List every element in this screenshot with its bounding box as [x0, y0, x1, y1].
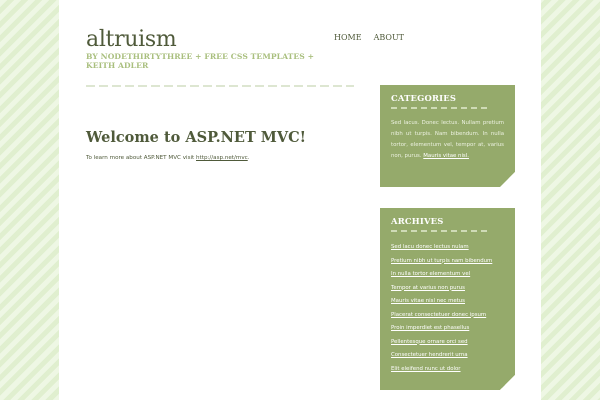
categories-link[interactable]: Mauris vitae nisl. — [423, 153, 469, 159]
archive-link[interactable]: Consectetuer hendrerit urna — [391, 352, 468, 358]
asp-net-mvc-link[interactable]: http://asp.net/mvc — [196, 155, 248, 161]
site-logo[interactable]: altruism — [86, 27, 177, 52]
nav-about-link[interactable]: ABOUT — [374, 33, 404, 42]
archive-link[interactable]: Pellentesque ornare orci sed — [391, 339, 468, 345]
list-item: Tempor at varius non purus — [391, 282, 504, 296]
archive-link[interactable]: Sed lacu donec lectus nulam — [391, 244, 469, 250]
archive-link[interactable]: Mauris vitae nisl nec metus — [391, 298, 465, 304]
categories-heading: CATEGORIES — [391, 93, 457, 103]
archive-link[interactable]: Elit eleifend nunc ut dolor — [391, 366, 461, 372]
categories-divider — [391, 107, 491, 109]
list-item: Pellentesque ornare orci sed — [391, 336, 504, 350]
main-nav: HOME ABOUT — [334, 33, 404, 42]
archive-link[interactable]: Pretium nibh ut turpis nam bibendum — [391, 258, 492, 264]
page-title: Welcome to ASP.NET MVC! — [86, 129, 306, 146]
list-item: Proin imperdiet est phasellus — [391, 322, 504, 336]
archives-box: ARCHIVES Sed lacu donec lectus nulam Pre… — [380, 208, 515, 390]
list-item: Placerat consectetuer donec ipsum — [391, 309, 504, 323]
archives-heading: ARCHIVES — [391, 216, 444, 226]
list-item: In nulla tortor elementum vel — [391, 268, 504, 282]
page-curl-corner — [500, 172, 515, 187]
archives-list: Sed lacu donec lectus nulam Pretium nibh… — [391, 241, 504, 376]
header-divider — [86, 85, 354, 87]
intro-text-suffix: . — [247, 155, 250, 161]
categories-text: Sed lacus. Donec lectus. Nullam pretium … — [391, 118, 504, 162]
page-container: altruism BY NODETHIRTYTHREE + FREE CSS T… — [59, 0, 541, 400]
list-item: Sed lacu donec lectus nulam — [391, 241, 504, 255]
page-curl-corner — [500, 375, 515, 390]
archive-link[interactable]: Tempor at varius non purus — [391, 285, 465, 291]
archive-link[interactable]: Placerat consectetuer donec ipsum — [391, 312, 486, 318]
archives-divider — [391, 230, 491, 232]
intro-text: To learn more about ASP.NET MVC visit ht… — [86, 155, 250, 161]
intro-text-prefix: To learn more about ASP.NET MVC visit — [86, 155, 197, 161]
archive-link[interactable]: In nulla tortor elementum vel — [391, 271, 470, 277]
archive-link[interactable]: Proin imperdiet est phasellus — [391, 325, 469, 331]
categories-box: CATEGORIES Sed lacus. Donec lectus. Null… — [380, 85, 515, 187]
list-item: Pretium nibh ut turpis nam bibendum — [391, 255, 504, 269]
list-item: Elit eleifend nunc ut dolor — [391, 363, 504, 377]
list-item: Consectetuer hendrerit urna — [391, 349, 504, 363]
site-tagline: BY NODETHIRTYTHREE + FREE CSS TEMPLATES … — [86, 52, 315, 70]
nav-home-link[interactable]: HOME — [334, 33, 362, 42]
list-item: Mauris vitae nisl nec metus — [391, 295, 504, 309]
